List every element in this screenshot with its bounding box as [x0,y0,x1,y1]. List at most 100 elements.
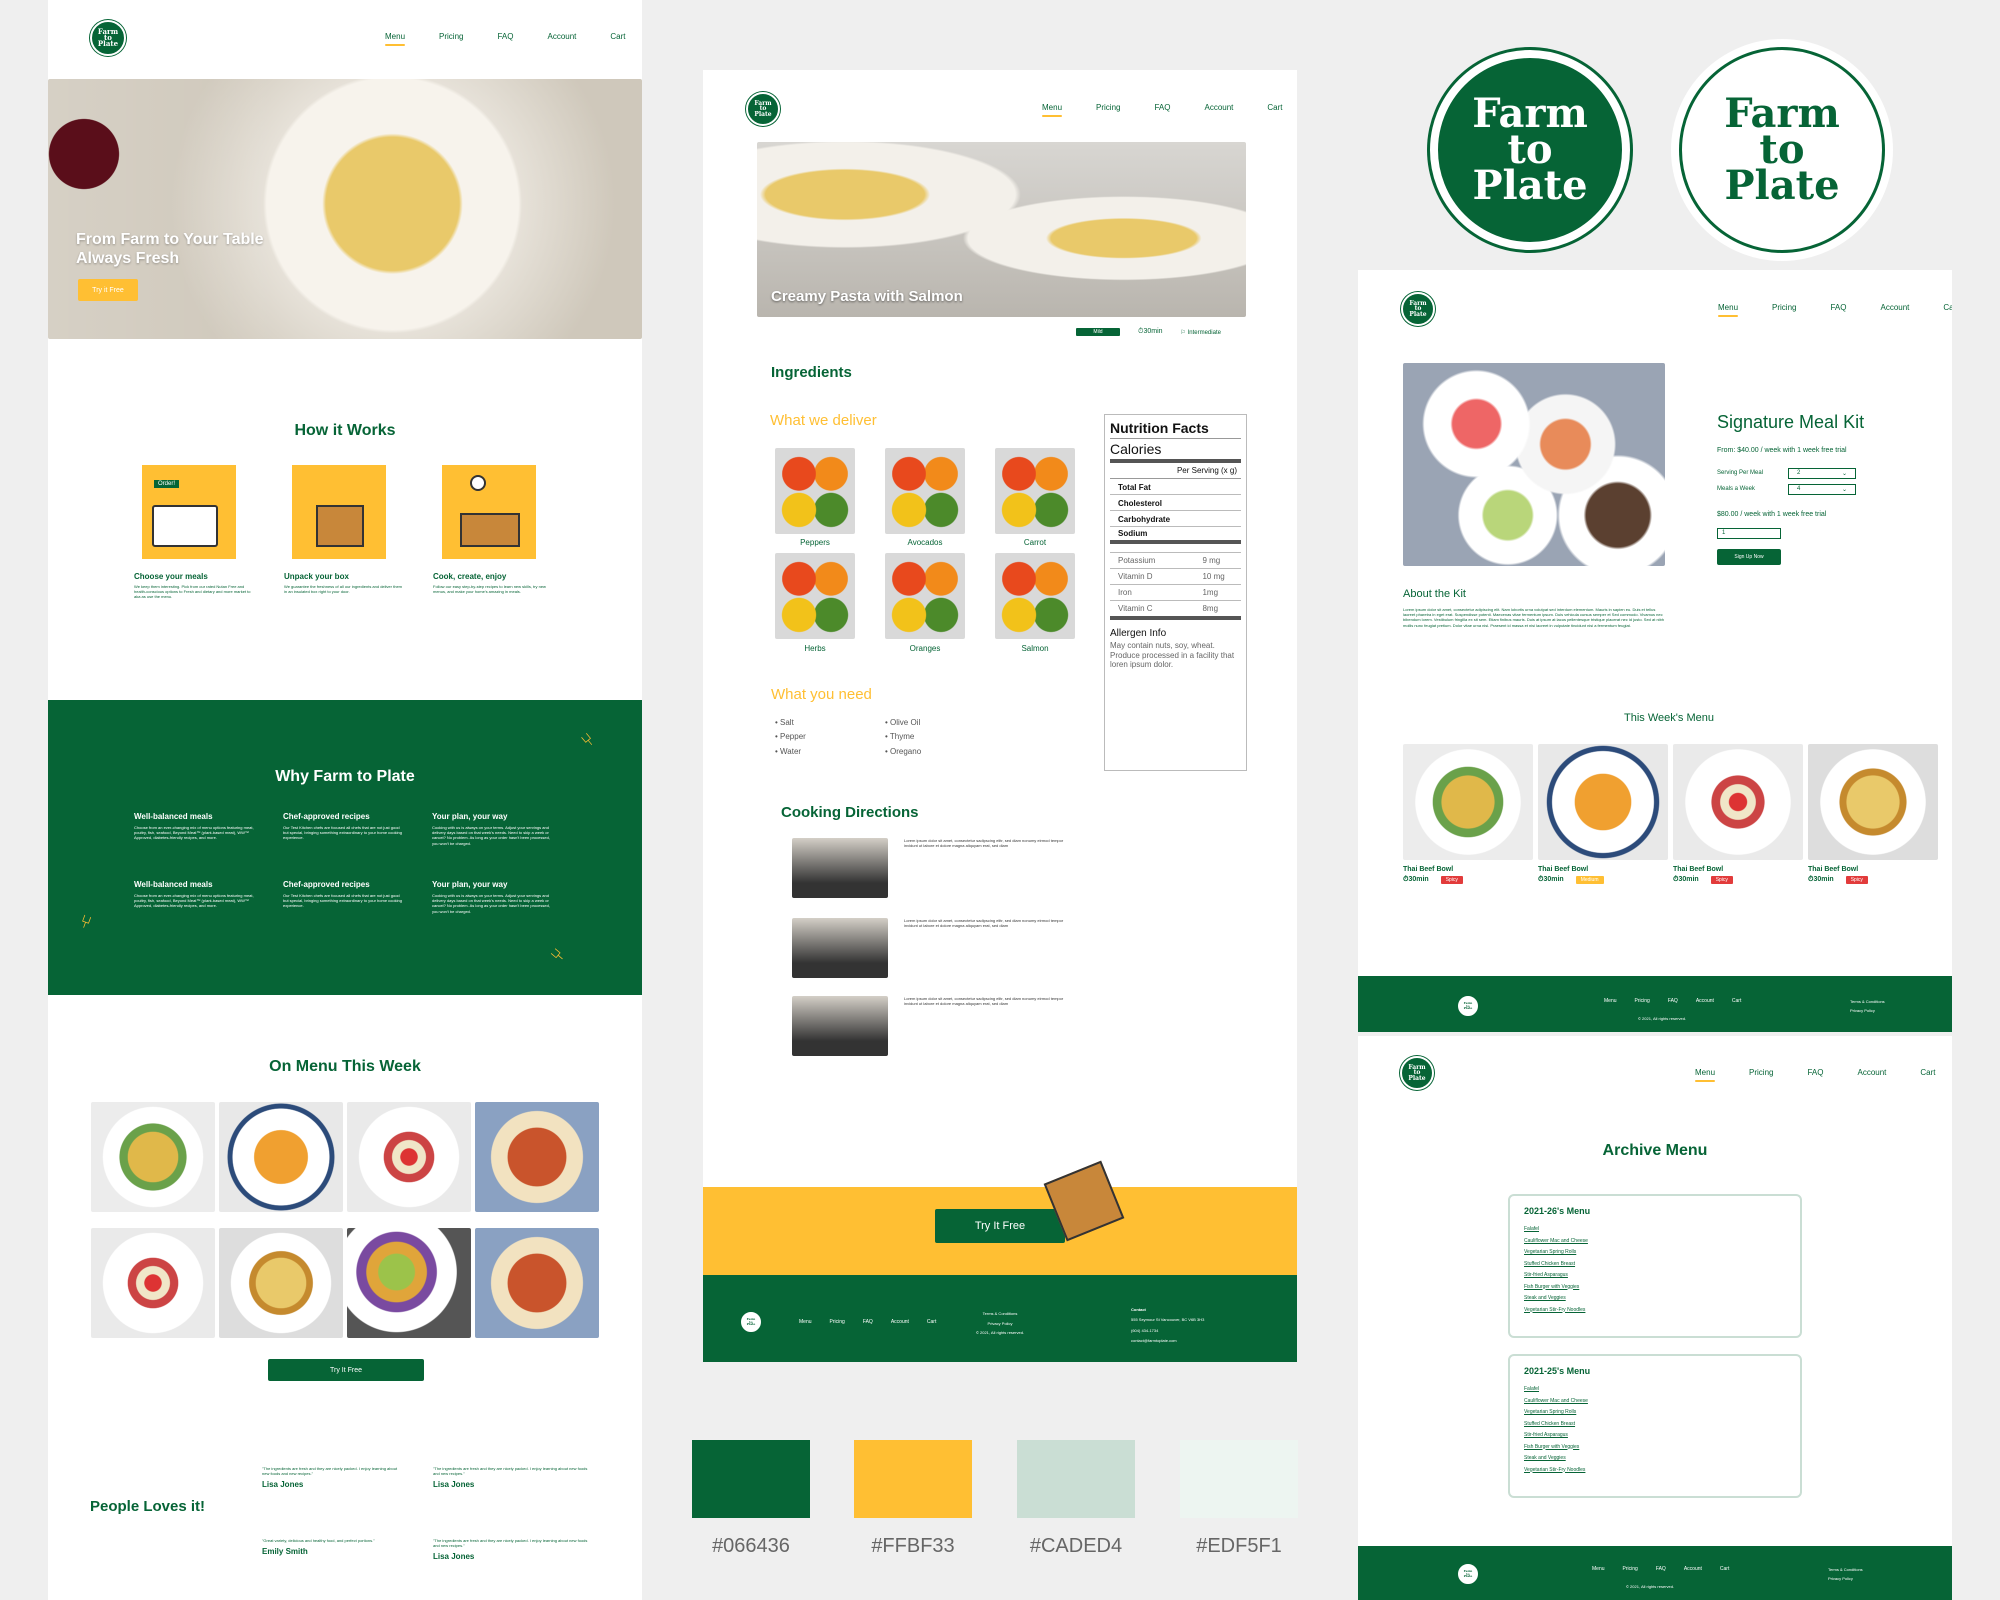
footer-link[interactable]: FAQ [863,1319,873,1325]
meals-select[interactable]: 4 ⌄ [1788,484,1856,495]
nav-menu[interactable]: Menu [1695,1068,1716,1082]
qty-input[interactable]: 1 [1717,528,1781,539]
archive-link[interactable]: Stuffed Chicken Breast [1524,1259,1786,1271]
menu-photo[interactable] [219,1228,343,1338]
week-menu-photo[interactable] [1538,744,1668,860]
nav-account[interactable]: Account [547,32,576,41]
menu-photo[interactable] [475,1102,599,1212]
footer-logo[interactable]: Farm to Plate [741,1312,761,1332]
menu-photo[interactable] [91,1102,215,1212]
on-menu-title: On Menu This Week [269,1058,421,1075]
footer-legal: Terms & Conditions Privacy Policy [1850,998,1885,1016]
why-title: Why Farm to Plate [275,768,415,785]
step-text: We guarantee the freshness of all our in… [284,584,402,595]
servings-select[interactable]: 2 ⌄ [1788,468,1856,479]
archive-link[interactable]: Vegetarian Spring Rolls [1524,1407,1786,1419]
clock-icon [470,475,486,491]
why-section: ⑂ ⑂ ⑂ Why Farm to Plate Well-balanced me… [48,700,642,995]
nav-account[interactable]: Account [1880,303,1909,312]
nav-cart[interactable]: Cart [1267,103,1282,112]
menu-photo[interactable] [347,1228,471,1338]
nav-account[interactable]: Account [1204,103,1233,112]
footer-link[interactable]: Pricing [1635,998,1650,1004]
swatch-label: #CADED4 [1029,1535,1123,1557]
footer-link[interactable]: FAQ [1656,1566,1666,1572]
week-menu-photo[interactable] [1808,744,1938,860]
footer-link[interactable]: Pricing [1623,1566,1638,1572]
archive-link[interactable]: Vegetarian Stir-Fry Noodles [1524,1305,1786,1317]
ingredient-photo [995,553,1075,639]
nav-pricing[interactable]: Pricing [1772,303,1796,312]
nav-cart[interactable]: Cart [1920,1068,1935,1077]
footer-link[interactable]: FAQ [1668,998,1678,1004]
archive-link[interactable]: Cauliflower Mac and Cheese [1524,1236,1786,1248]
nav-pricing[interactable]: Pricing [439,32,463,41]
chevron-down-icon: ⌄ [1841,471,1847,477]
brand-logo[interactable]: Farm to Plate [90,20,126,56]
privacy-link[interactable]: Privacy Policy [1828,1575,1863,1584]
brand-logo[interactable]: Farm to Plate [1400,1056,1434,1090]
cta-try-button[interactable]: Try It Free [935,1209,1065,1243]
nav-cart[interactable]: Cart [610,32,625,41]
archive-link[interactable]: Steak and Veggies [1524,1453,1786,1465]
footer-link[interactable]: Account [1684,1566,1702,1572]
archive-link[interactable]: Stir-fried Asparagus [1524,1430,1786,1442]
menu-photo[interactable] [91,1228,215,1338]
footer-link[interactable]: Cart [927,1319,936,1325]
nav-menu[interactable]: Menu [1042,103,1063,117]
brand-logo[interactable]: Farm to Plate [746,92,780,126]
nav-faq[interactable]: FAQ [1830,303,1846,312]
nav-menu[interactable]: Menu [385,32,406,46]
nav-faq[interactable]: FAQ [1807,1068,1823,1077]
nav-cart[interactable]: Cart [1943,303,1952,312]
terms-link[interactable]: Terms & Conditions [967,1309,1033,1319]
footer-link[interactable]: Cart [1732,998,1741,1004]
footer-link[interactable]: Menu [1592,1566,1605,1572]
archive-link[interactable]: Vegetarian Spring Rolls [1524,1247,1786,1259]
archive-link[interactable]: Fish Burger with Veggies [1524,1282,1786,1294]
archive-link[interactable]: Stuffed Chicken Breast [1524,1419,1786,1431]
archive-link[interactable]: Vegetarian Stir-Fry Noodles [1524,1465,1786,1477]
sign-up-button[interactable]: Sign Up Now [1717,549,1781,565]
why-item: Your plan, your way Cooking with us is a… [432,812,552,846]
footer-link[interactable]: Menu [799,1319,812,1325]
footer-link[interactable]: Account [891,1319,909,1325]
box-icon [316,505,364,547]
terms-link[interactable]: Terms & Conditions [1850,998,1885,1007]
menu-photo[interactable] [219,1102,343,1212]
nav-account[interactable]: Account [1857,1068,1886,1077]
footer-logo[interactable]: Farm to Plate [1458,1564,1478,1584]
swatch-label: #066436 [712,1535,790,1557]
nav-menu[interactable]: Menu [1718,303,1739,317]
nav-pricing[interactable]: Pricing [1749,1068,1773,1077]
try-free-button[interactable]: Try It Free [268,1359,424,1381]
testimonial-quote: "The ingredients are fresh and they are … [262,1466,398,1477]
nav-faq[interactable]: FAQ [1154,103,1170,112]
footer-logo[interactable]: Farm to Plate [1458,996,1478,1016]
footer-link[interactable]: Cart [1720,1566,1729,1572]
archive-link[interactable]: Falafel [1524,1384,1786,1396]
terms-link[interactable]: Terms & Conditions [1828,1566,1863,1575]
footer-link[interactable]: Pricing [830,1319,845,1325]
swatch-label: #FFBF33 [871,1535,955,1557]
menu-photo[interactable] [347,1102,471,1212]
nav-faq[interactable]: FAQ [497,32,513,41]
brand-logo[interactable]: Farm to Plate [1401,292,1435,326]
hero-try-button[interactable]: Try it Free [78,279,138,301]
per-serving: Per Serving (x g) [1110,463,1241,479]
footer-link[interactable]: Account [1696,998,1714,1004]
nav-pricing[interactable]: Pricing [1096,103,1120,112]
privacy-link[interactable]: Privacy Policy [1850,1007,1885,1016]
contact-email[interactable]: contact@farmtoplate.com [1131,1336,1204,1346]
archive-link[interactable]: Cauliflower Mac and Cheese [1524,1396,1786,1408]
privacy-link[interactable]: Privacy Policy [967,1319,1033,1329]
archive-link[interactable]: Falafel [1524,1224,1786,1236]
week-menu-photo[interactable] [1673,744,1803,860]
archive-link[interactable]: Steak and Veggies [1524,1293,1786,1305]
week-menu-photo[interactable] [1403,744,1533,860]
kitchen-icon [460,513,520,547]
footer-link[interactable]: Menu [1604,998,1617,1004]
archive-link[interactable]: Stir-fried Asparagus [1524,1270,1786,1282]
archive-link[interactable]: Fish Burger with Veggies [1524,1442,1786,1454]
menu-photo[interactable] [475,1228,599,1338]
